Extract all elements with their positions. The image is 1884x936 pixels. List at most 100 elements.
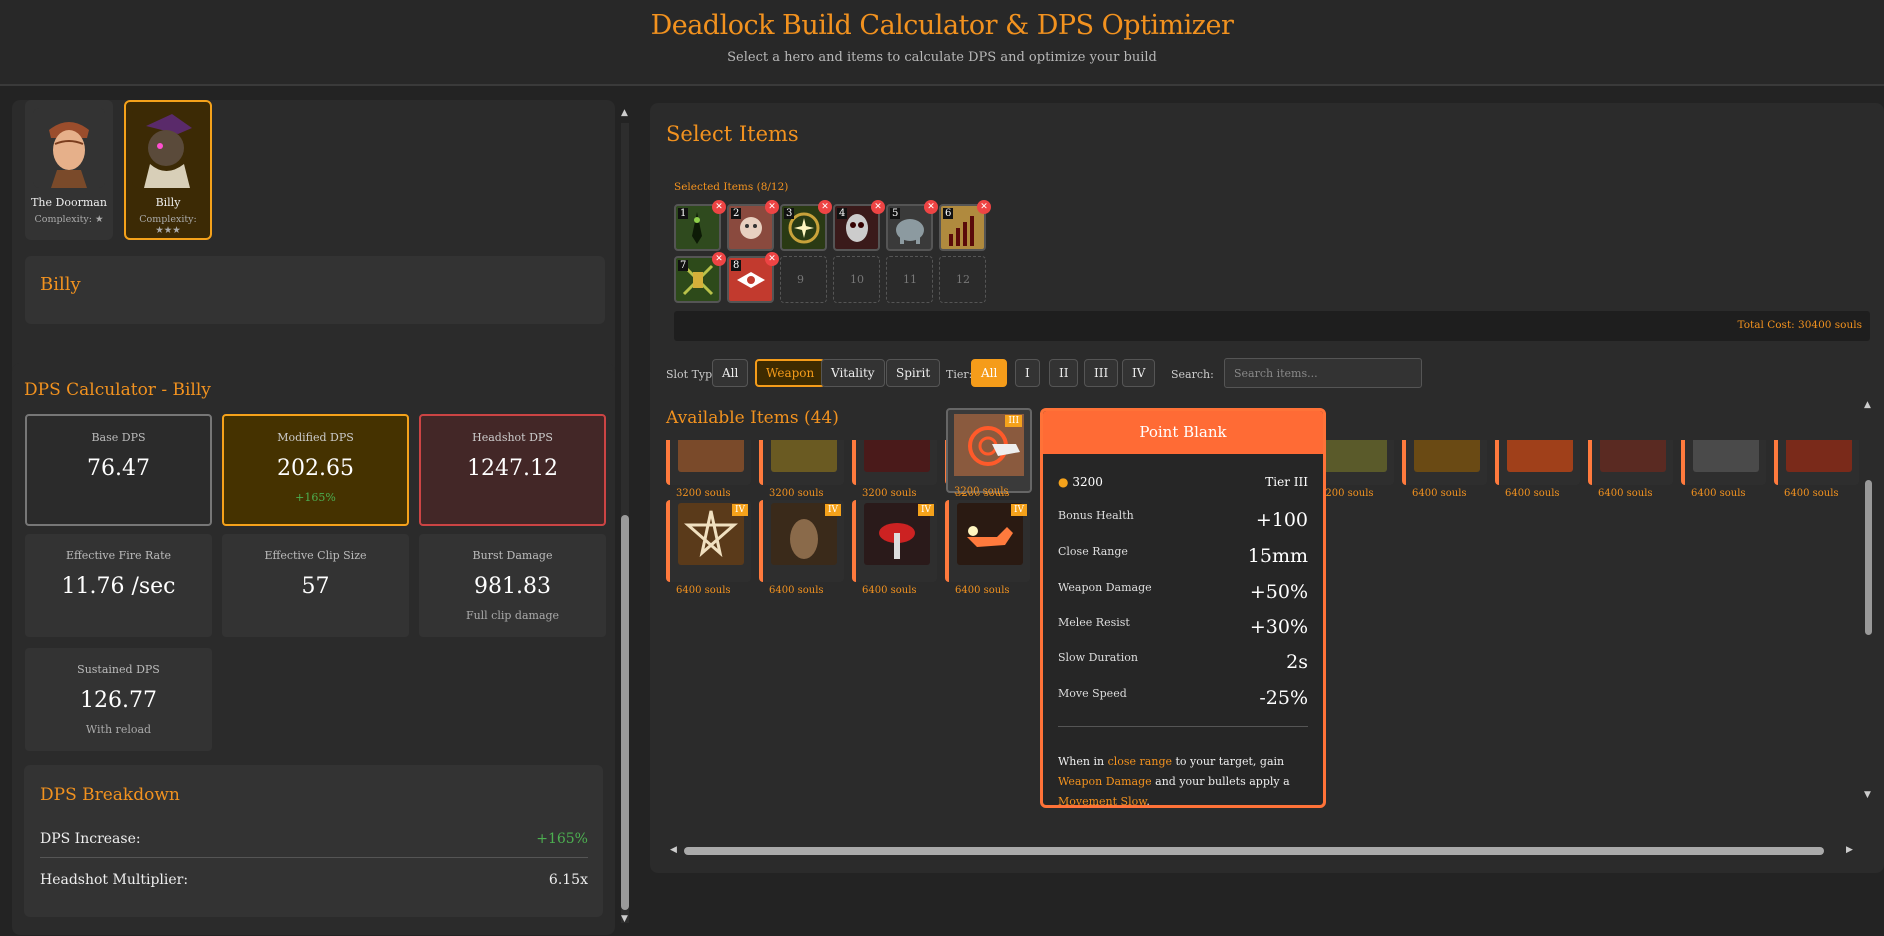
stat-label: Effective Fire Rate: [65, 549, 172, 562]
item-icon: [771, 440, 837, 472]
scroll-thumb[interactable]: [684, 847, 1824, 855]
slot-number: 2: [731, 208, 742, 219]
stat-value: 126.77: [80, 688, 157, 713]
stat-modified-dps: Modified DPS 202.65 +165%: [222, 414, 409, 526]
item-card[interactable]: IV 6400 souls: [666, 500, 751, 596]
empty-slot[interactable]: 9: [780, 256, 827, 303]
item-card[interactable]: IV 6400 souls: [852, 500, 937, 596]
tier-filter-2[interactable]: II: [1049, 359, 1079, 387]
selected-slot[interactable]: 7 ✕: [674, 252, 726, 303]
item-cost: 3200 souls: [769, 488, 824, 499]
stat-value: 1247.12: [467, 456, 558, 481]
item-card[interactable]: 3200 souls: [852, 440, 937, 499]
empty-slot[interactable]: 10: [833, 256, 880, 303]
item-card[interactable]: 6400 souls: [1402, 440, 1487, 499]
remove-icon[interactable]: ✕: [871, 200, 885, 214]
remove-icon[interactable]: ✕: [765, 252, 779, 266]
item-icon: [1786, 440, 1852, 472]
slot-filter-vitality[interactable]: Vitality: [821, 359, 885, 387]
stat-fire-rate: Effective Fire Rate 11.76 /sec: [25, 534, 212, 637]
item-icon: [1693, 440, 1759, 472]
item-card[interactable]: 6400 souls: [1495, 440, 1580, 499]
selected-slot[interactable]: 2 ✕: [727, 200, 779, 251]
scroll-left-icon[interactable]: ◀: [670, 845, 677, 855]
total-cost-bar: Total Cost: 30400 souls: [674, 311, 1870, 341]
selected-slot[interactable]: 8 ✕: [727, 252, 779, 303]
empty-slot[interactable]: 12: [939, 256, 986, 303]
hero-detail: Billy: [25, 256, 605, 324]
slot-number: 8: [731, 260, 742, 271]
item-cost: 6400 souls: [862, 585, 917, 596]
item-card[interactable]: 6400 souls: [1681, 440, 1766, 499]
tier-filter-4[interactable]: IV: [1122, 359, 1156, 387]
remove-icon[interactable]: ✕: [818, 200, 832, 214]
tooltip-title: Point Blank: [1043, 411, 1323, 454]
selected-slot[interactable]: 1 ✕: [674, 200, 726, 251]
scroll-up-icon[interactable]: ▲: [621, 108, 628, 118]
item-card[interactable]: 6400 souls: [1774, 440, 1859, 499]
stat-base-dps: Base DPS 76.47: [25, 414, 212, 526]
breakdown-label: Headshot Multiplier:: [40, 872, 189, 888]
scroll-up-icon[interactable]: ▲: [1864, 400, 1871, 410]
slot-number: 4: [837, 208, 848, 219]
hovered-item-card[interactable]: III 3200 souls: [946, 408, 1032, 497]
item-card[interactable]: IV 6400 souls: [945, 500, 1030, 596]
item-card[interactable]: IV 6400 souls: [759, 500, 844, 596]
item-icon: [1600, 440, 1666, 472]
slot-filter-all[interactable]: All: [712, 359, 749, 387]
selected-slot[interactable]: 5 ✕: [886, 200, 938, 251]
tier-badge: IV: [824, 504, 841, 516]
scroll-thumb[interactable]: [1865, 480, 1872, 635]
item-icon: [1507, 440, 1573, 472]
hero-complexity: Complexity: ★★★: [139, 214, 197, 236]
stat-label: Move Speed: [1058, 687, 1127, 700]
item-icon: [864, 440, 930, 472]
breakdown-value: 6.15x: [548, 872, 588, 888]
slot-filter-weapon[interactable]: Weapon: [755, 359, 826, 387]
item-card[interactable]: 6400 souls: [1588, 440, 1673, 499]
dps-breakdown: DPS Breakdown DPS Increase: +165% Headsh…: [24, 765, 603, 917]
stat-value: 57: [301, 574, 330, 599]
total-cost: Total Cost: 30400 souls: [1737, 319, 1862, 331]
scroll-down-icon[interactable]: ▼: [1864, 790, 1871, 800]
scroll-right-icon[interactable]: ▶: [1846, 845, 1853, 855]
selected-items-label: Selected Items (8/12): [674, 181, 789, 193]
items-hscrollbar[interactable]: ◀ ▶: [670, 843, 1860, 857]
item-cost: 6400 souls: [676, 585, 731, 596]
remove-icon[interactable]: ✕: [712, 200, 726, 214]
selected-slot[interactable]: 3 ✕: [780, 200, 832, 251]
items-scrollbar[interactable]: ▲ ▼: [1862, 400, 1874, 800]
item-card[interactable]: 3200 souls: [666, 440, 751, 499]
selected-slot[interactable]: 4 ✕: [833, 200, 885, 251]
scroll-down-icon[interactable]: ▼: [621, 914, 628, 924]
tooltip-meta: ● 3200 Tier III: [1058, 475, 1308, 489]
item-cost: 3200 souls: [862, 488, 917, 499]
hero-name: The Doorman: [31, 196, 107, 209]
remove-icon[interactable]: ✕: [977, 200, 991, 214]
tier-badge: III: [1005, 415, 1022, 427]
item-card[interactable]: 3200 souls: [759, 440, 844, 499]
stat-label: Bonus Health: [1058, 509, 1134, 522]
slot-filter-spirit[interactable]: Spirit: [886, 359, 941, 387]
empty-slot[interactable]: 11: [886, 256, 933, 303]
tier-filter-all[interactable]: All: [971, 359, 1008, 387]
tooltip-cost: 3200: [1072, 475, 1103, 489]
hero-card-doorman[interactable]: The Doorman Complexity: ★: [25, 100, 113, 240]
remove-icon[interactable]: ✕: [924, 200, 938, 214]
hero-card-billy[interactable]: Billy Complexity: ★★★: [124, 100, 212, 240]
item-cost: 6400 souls: [1598, 488, 1653, 499]
breakdown-value: +165%: [536, 831, 588, 847]
stat-value: -25%: [1259, 687, 1308, 709]
slot-number: 3: [784, 208, 795, 219]
search-input[interactable]: [1224, 358, 1422, 388]
stat-label: Close Range: [1058, 545, 1128, 558]
remove-icon[interactable]: ✕: [765, 200, 779, 214]
selected-slot[interactable]: 6 ✕: [939, 200, 991, 251]
remove-icon[interactable]: ✕: [712, 252, 726, 266]
scroll-thumb[interactable]: [621, 515, 629, 910]
tier-filter-1[interactable]: I: [1015, 359, 1040, 387]
left-scrollbar[interactable]: ▲ ▼: [618, 108, 632, 936]
available-items-title: Available Items (44): [666, 408, 839, 428]
tier-filter-3[interactable]: III: [1084, 359, 1119, 387]
stat-value: 981.83: [474, 574, 551, 599]
